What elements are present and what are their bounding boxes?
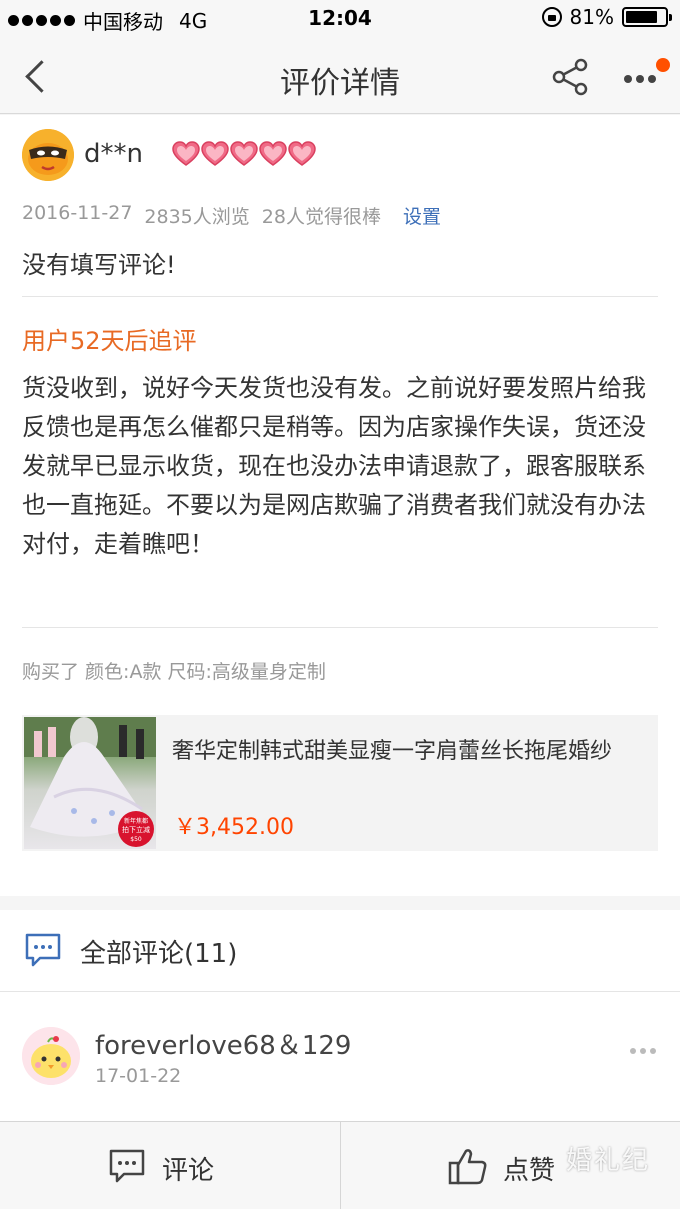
- promo-badge-line1: 新年焦都: [124, 817, 148, 825]
- more-dot: [630, 1048, 636, 1054]
- like-button-label: 点赞: [503, 1156, 556, 1186]
- promo-badge-line2: 拍下立减: [122, 825, 150, 834]
- thumbs-up-icon: [448, 1149, 487, 1185]
- promo-badge-line3: $50: [130, 836, 142, 843]
- followup-label: 用户52天后追评: [22, 327, 197, 355]
- more-dot: [640, 1048, 646, 1054]
- battery-icon: [622, 7, 672, 27]
- rotation-lock-icon: [541, 7, 562, 27]
- share-button[interactable]: [548, 54, 594, 100]
- comment-button[interactable]: 评论: [0, 1122, 340, 1209]
- product-price: ￥3,452.00: [174, 815, 294, 840]
- settings-link[interactable]: 设置: [403, 202, 441, 229]
- review-likes: 28人觉得很棒: [261, 206, 381, 228]
- followup-text: 货没收到，说好今天发货也没有发。之前说好要发照片给我反馈也是再怎么催都只是稍等。…: [22, 374, 646, 558]
- ninja-avatar-icon: [22, 129, 74, 181]
- comment-more-button[interactable]: [630, 1048, 656, 1056]
- divider: [22, 296, 658, 297]
- nav-bar: 评价详情: [0, 40, 680, 114]
- heart-icon: [288, 141, 316, 166]
- notification-badge: [656, 58, 670, 72]
- battery-percent: 81%: [569, 5, 614, 29]
- status-bar: 中国移动 4G 12:04 81%: [0, 0, 680, 40]
- status-right: 81%: [541, 5, 672, 29]
- commenter-avatar[interactable]: [22, 1027, 80, 1085]
- more-dot: [636, 75, 644, 83]
- heart-icon: [259, 141, 287, 166]
- chick-avatar-icon: [22, 1027, 80, 1085]
- more-button[interactable]: [618, 54, 670, 100]
- watermark: 婚礼纪: [566, 1146, 651, 1176]
- purchase-info: 购买了 颜色:A款 尺码:高级量身定制: [22, 661, 326, 683]
- heart-icon: [172, 141, 200, 166]
- heart-icon: [230, 141, 258, 166]
- comment-bubble-icon: [25, 933, 61, 967]
- product-title[interactable]: 奢华定制韩式甜美显瘦一字肩蕾丝长拖尾婚纱: [172, 733, 642, 765]
- product-card[interactable]: 新年焦都 拍下立减 $50 奢华定制韩式甜美显瘦一字肩蕾丝长拖尾婚纱 ￥3,45…: [22, 715, 658, 851]
- more-dots-icon: [624, 75, 632, 83]
- review-content: 没有填写评论!: [22, 251, 176, 279]
- reviewer-avatar[interactable]: [22, 129, 74, 181]
- share-icon: [552, 58, 588, 96]
- product-image[interactable]: 新年焦都 拍下立减 $50: [24, 717, 156, 849]
- comment-button-label: 评论: [162, 1156, 215, 1186]
- comment-icon: [109, 1149, 145, 1183]
- heart-icon: [201, 141, 229, 166]
- review-meta: 2016-11-27 2835人浏览 28人觉得很棒 设置: [22, 202, 441, 229]
- reviewer-name[interactable]: d**n: [84, 139, 143, 169]
- reviewer-level: [172, 141, 316, 167]
- review-date: 2016-11-27: [22, 202, 133, 224]
- review-views: 2835人浏览: [144, 206, 250, 228]
- more-dot: [648, 75, 656, 83]
- review-card: d**n 2016-11-27 2835人浏览 28人觉得很棒 设置 没有填写评…: [0, 115, 680, 896]
- wedding-dress-photo: 新年焦都 拍下立减 $50: [24, 717, 156, 847]
- comment-date: 17-01-22: [95, 1065, 182, 1087]
- divider: [22, 627, 658, 628]
- commenter-name[interactable]: foreverlove68＆129: [95, 1025, 351, 1062]
- comments-header: 全部评论(11): [0, 910, 680, 992]
- more-dot: [650, 1048, 656, 1054]
- comments-title: 全部评论(11): [80, 939, 238, 969]
